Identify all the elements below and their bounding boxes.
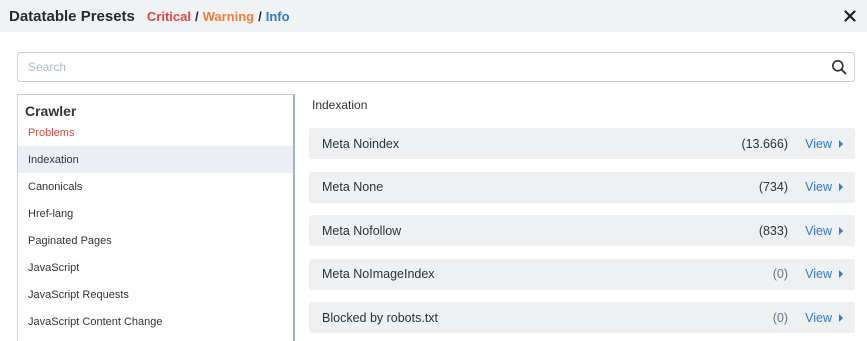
view-label: View [805, 136, 832, 151]
search-input[interactable] [18, 53, 818, 81]
preset-label: Blocked by robots.txt [322, 310, 439, 325]
sidebar-item-href-lang[interactable]: Href-lang [18, 200, 293, 227]
view-button[interactable]: View [805, 180, 843, 194]
preset-count: (0) [772, 267, 788, 281]
preset-row: Meta Nofollow (833) View [309, 215, 855, 246]
preset-label: Meta Noindex [322, 136, 400, 151]
sidebar-item-indexation[interactable]: Indexation [18, 146, 293, 173]
caret-right-icon [839, 139, 843, 148]
preset-count: (734) [758, 180, 788, 194]
dialog-title: Datatable Presets [9, 7, 135, 25]
sidebar-item-javascript-content-change[interactable]: JavaScript Content Change [18, 308, 293, 335]
severity-levels: Critical / Warning / Info [147, 9, 290, 24]
level-warning[interactable]: Warning [203, 9, 255, 24]
sidebar-item-paginated-pages[interactable]: Paginated Pages [18, 227, 293, 254]
view-label: View [805, 180, 832, 194]
preset-count: (0) [772, 310, 788, 325]
close-button[interactable] [841, 7, 859, 25]
sidebar-heading: Crawler [25, 103, 77, 119]
level-separator: / [194, 8, 199, 24]
view-label: View [805, 310, 832, 325]
section-heading: Indexation [312, 98, 368, 112]
caret-right-icon [839, 313, 843, 322]
view-label: View [805, 267, 832, 281]
preset-row: Blocked by robots.txt (0) View [309, 302, 855, 333]
preset-label: Meta NoImageIndex [322, 267, 435, 281]
view-button[interactable]: View [805, 224, 843, 238]
sidebar-item-problems[interactable]: Problems [18, 119, 293, 146]
level-critical[interactable]: Critical [147, 9, 191, 24]
level-separator: / [258, 8, 262, 24]
view-button[interactable]: View [805, 311, 843, 325]
sidebar-item-javascript[interactable]: JavaScript [18, 254, 293, 281]
search-icon[interactable] [831, 59, 847, 75]
preset-label: Meta None [322, 180, 384, 194]
view-button[interactable]: View [805, 267, 843, 281]
sidebar-item-javascript-requests[interactable]: JavaScript Requests [18, 281, 293, 308]
title-bar: Datatable Presets Critical / Warning / I… [0, 0, 867, 32]
preset-count: (13.666) [741, 136, 788, 151]
preset-list: Meta Noindex (13.666) View Meta None (73… [309, 128, 855, 341]
caret-right-icon [839, 226, 843, 235]
search-box [17, 52, 855, 82]
preset-row: Meta None (734) View [309, 171, 855, 203]
caret-right-icon [839, 183, 843, 191]
view-button[interactable]: View [805, 137, 843, 151]
preset-row: Meta NoImageIndex (0) View [309, 258, 855, 290]
preset-row: Meta Noindex (13.666) View [309, 128, 855, 159]
caret-right-icon [839, 270, 843, 278]
close-icon [844, 10, 856, 22]
view-label: View [805, 223, 832, 238]
sidebar-item-canonicals[interactable]: Canonicals [18, 173, 293, 200]
level-info[interactable]: Info [266, 9, 290, 24]
preset-label: Meta Nofollow [322, 223, 402, 238]
category-sidebar: Crawler Problems Indexation Canonicals H… [17, 94, 295, 341]
preset-count: (833) [758, 223, 788, 238]
